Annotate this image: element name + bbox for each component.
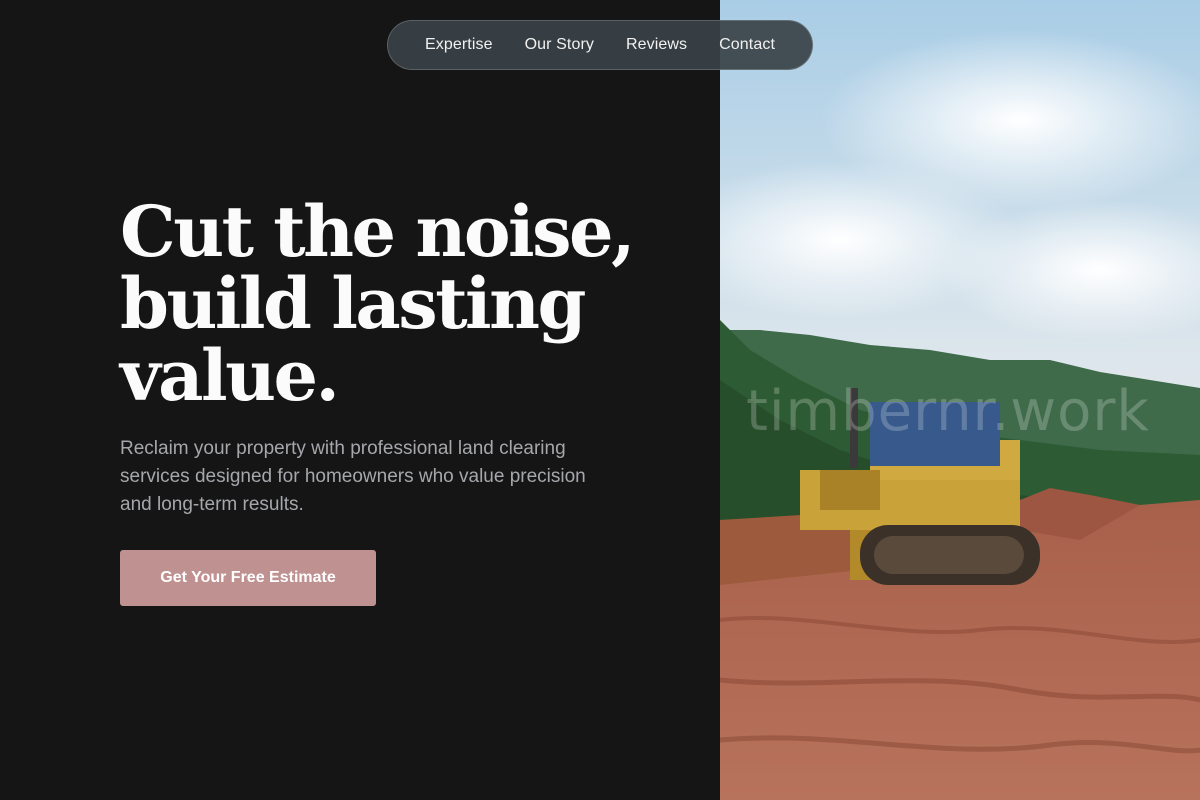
- nav-link-contact[interactable]: Contact: [719, 36, 775, 54]
- bulldozer-photo: [720, 0, 1200, 800]
- nav-link-our-story[interactable]: Our Story: [525, 36, 594, 54]
- main-nav: Expertise Our Story Reviews Contact: [387, 20, 813, 70]
- nav-link-expertise[interactable]: Expertise: [425, 36, 493, 54]
- nav-link-reviews[interactable]: Reviews: [626, 36, 687, 54]
- hero-subtext: Reclaim your property with professional …: [120, 438, 586, 515]
- hero-headline: Cut the noise, build lasting value.: [120, 190, 635, 417]
- hero-photo: [720, 0, 1200, 800]
- free-estimate-button[interactable]: Get Your Free Estimate: [120, 550, 376, 606]
